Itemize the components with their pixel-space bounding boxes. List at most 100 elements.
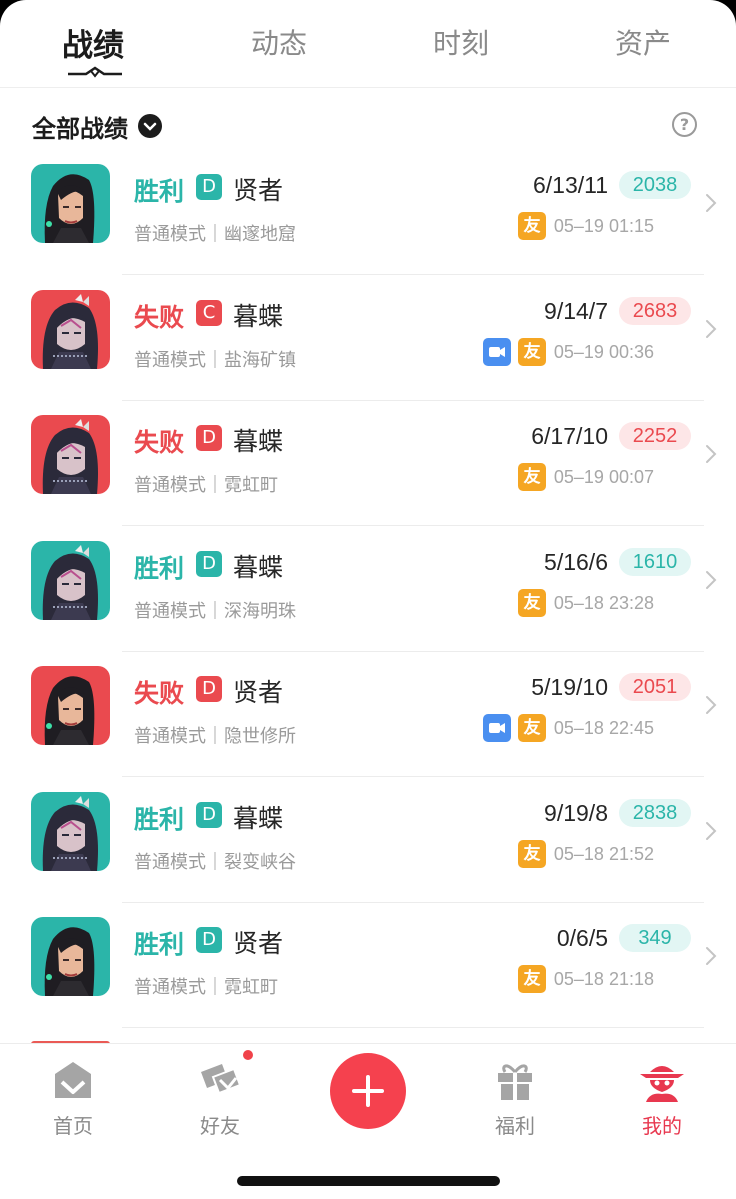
hero-avatar-butterfly xyxy=(31,289,110,369)
hero-avatar-butterfly xyxy=(31,415,110,494)
filter-label: 全部战绩 xyxy=(32,114,128,143)
hero-avatar-sage xyxy=(31,164,110,243)
match-time: 05–18 22:45 xyxy=(553,718,654,738)
grade-badge: D xyxy=(196,801,222,828)
score-pill: 1610 xyxy=(619,547,691,576)
hero-name: 贤者 xyxy=(233,678,284,707)
hero-name: 暮蝶 xyxy=(233,301,284,331)
match-time: 05–19 00:36 xyxy=(553,341,654,362)
match-result: 胜利 xyxy=(134,553,185,583)
friend-badge: 友 xyxy=(518,588,546,617)
hero-avatar-sage xyxy=(31,666,110,745)
match-mode-map: 普通模式｜幽邃地窟 xyxy=(134,224,296,245)
match-row[interactable]: 失败 D 暮蝶 普通模式｜霓虹町 6/17/10 2252 05–19 00:07 友 xyxy=(0,401,736,526)
friend-badge: 友 xyxy=(518,212,546,240)
match-time: 05–19 01:15 xyxy=(553,216,654,236)
nav-welfare[interactable]: 福利 xyxy=(470,1058,560,1139)
friend-badge: 友 xyxy=(518,839,546,868)
hero-name: 贤者 xyxy=(233,176,284,205)
score-pill: 2252 xyxy=(619,422,691,450)
match-result: 胜利 xyxy=(134,804,185,834)
match-row[interactable]: 胜利 D 暮蝶 普通模式｜深海明珠 5/16/6 1610 05–18 23:28 友 xyxy=(0,527,736,652)
friends-notification-dot xyxy=(241,1048,255,1062)
match-result: 失败 xyxy=(134,428,185,457)
kda-text: 9/14/7 xyxy=(544,297,608,324)
chevron-right-icon xyxy=(704,694,718,716)
match-mode-map: 普通模式｜盐海矿镇 xyxy=(134,349,296,371)
friend-badge: 友 xyxy=(518,337,546,366)
question-icon[interactable]: ? xyxy=(672,112,697,137)
score-pill: 2051 xyxy=(619,673,691,701)
chevron-right-icon xyxy=(704,569,718,591)
nav-welfare-label: 福利 xyxy=(495,1114,535,1138)
tab-record[interactable]: 战绩 xyxy=(62,20,124,65)
match-filter[interactable]: 全部战绩 xyxy=(32,106,162,146)
friends-icon xyxy=(201,1064,242,1095)
score-pill: 349 xyxy=(619,924,691,952)
add-button[interactable] xyxy=(330,1053,406,1129)
match-result: 失败 xyxy=(134,679,185,708)
profile-icon xyxy=(640,1066,684,1102)
nav-home-label: 首页 xyxy=(53,1114,93,1138)
hero-name: 暮蝶 xyxy=(233,803,284,833)
nav-friends-label: 好友 xyxy=(200,1114,240,1138)
hero-avatar-sage xyxy=(31,917,110,996)
friend-badge: 友 xyxy=(518,714,546,742)
hero-avatar-butterfly xyxy=(31,540,110,620)
match-result: 胜利 xyxy=(134,177,185,206)
match-result: 失败 xyxy=(134,302,185,332)
tab-moments-feed[interactable]: 动态 xyxy=(251,22,307,62)
row-divider xyxy=(122,1027,704,1028)
top-tab-bar: 战绩 动态 时刻 资产 xyxy=(0,0,736,88)
match-mode-map: 普通模式｜隐世修所 xyxy=(134,726,296,747)
match-time: 05–18 23:28 xyxy=(553,592,654,613)
video-camera-icon[interactable] xyxy=(483,337,511,366)
chevron-right-icon xyxy=(704,318,718,340)
match-mode-map: 普通模式｜深海明珠 xyxy=(134,600,296,622)
nav-profile[interactable]: 我的 xyxy=(617,1058,707,1139)
tab-highlights[interactable]: 时刻 xyxy=(433,22,489,62)
home-icon xyxy=(55,1062,91,1098)
score-pill: 2038 xyxy=(619,171,691,199)
match-mode-map: 普通模式｜裂变峡谷 xyxy=(134,851,296,873)
score-pill: 2683 xyxy=(619,296,691,325)
friend-badge: 友 xyxy=(518,463,546,491)
kda-text: 5/16/6 xyxy=(544,548,608,575)
chevron-down-icon xyxy=(138,114,162,138)
match-row[interactable]: 胜利 D 贤者 普通模式｜幽邃地窟 6/13/11 2038 05–19 01:15 友 xyxy=(0,150,736,275)
kda-text: 9/19/8 xyxy=(544,799,608,826)
bottom-navigation: 首页 好友 福利 我的 xyxy=(0,1043,736,1199)
match-row[interactable]: 胜利 D 贤者 普通模式｜霓虹町 0/6/5 349 05–18 21:18 友 xyxy=(0,903,736,1028)
nav-home[interactable]: 首页 xyxy=(28,1058,118,1139)
grade-badge: D xyxy=(196,425,222,451)
nav-friends[interactable]: 好友 xyxy=(175,1048,265,1139)
kda-text: 5/19/10 xyxy=(531,674,608,700)
grade-badge: D xyxy=(196,174,222,200)
tab-active-indicator-icon xyxy=(68,66,122,78)
match-time: 05–19 00:07 xyxy=(553,467,654,487)
kda-text: 6/17/10 xyxy=(531,423,608,449)
match-row[interactable]: 胜利 D 暮蝶普通模式｜裂变峡谷 9/19/8 2838 05–18 21:52 友 xyxy=(0,778,736,903)
grade-badge: C xyxy=(196,299,222,326)
hero-avatar-butterfly xyxy=(31,791,110,871)
chevron-right-icon xyxy=(704,443,718,465)
grade-badge: D xyxy=(196,927,222,953)
hero-name: 暮蝶 xyxy=(233,427,284,456)
match-time: 05–18 21:18 xyxy=(553,969,654,989)
match-row[interactable]: 失败 C 暮蝶普通模式｜盐海矿镇 9/14/7 2683 05–19 00:36 友 xyxy=(0,276,736,401)
video-camera-icon[interactable] xyxy=(483,714,511,742)
hero-name: 贤者 xyxy=(233,929,284,958)
chevron-right-icon xyxy=(704,945,718,967)
plus-icon xyxy=(352,1075,384,1107)
match-time: 05–18 21:52 xyxy=(553,843,654,864)
screen: 战绩 动态 时刻 资产 全部战绩 ? 胜利 D 贤者 普通模式｜幽邃地窟 6/13/11… xyxy=(0,0,736,1199)
score-pill: 2838 xyxy=(619,798,691,827)
kda-text: 0/6/5 xyxy=(556,925,608,951)
grade-badge: D xyxy=(196,676,222,702)
nav-profile-label: 我的 xyxy=(642,1114,682,1138)
gift-icon xyxy=(498,1064,532,1100)
friend-badge: 友 xyxy=(518,965,546,993)
match-row[interactable]: 失败 D 贤者普通模式｜隐世修所 5/19/10 2051 05–18 22:45 友 xyxy=(0,652,736,777)
tab-assets[interactable]: 资产 xyxy=(615,22,671,62)
match-result: 胜利 xyxy=(134,930,185,959)
